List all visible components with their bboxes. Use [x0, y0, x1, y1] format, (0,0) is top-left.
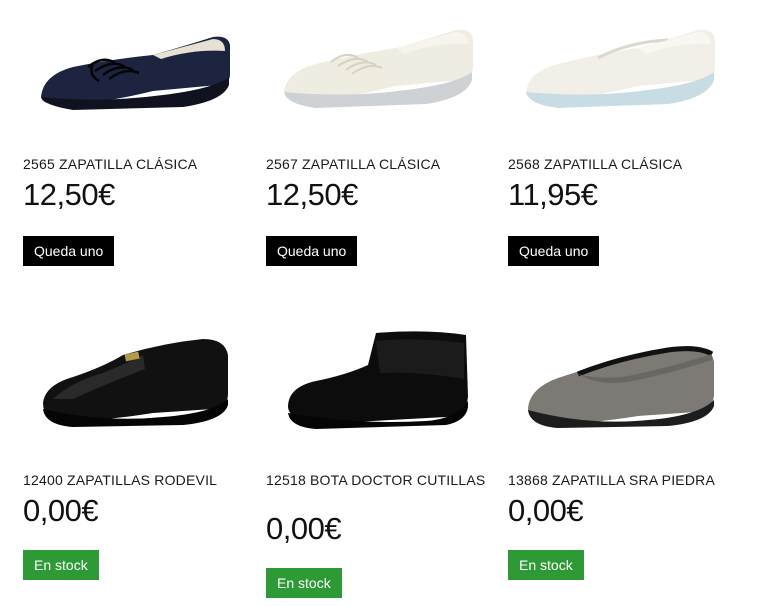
stock-badge: Queda uno	[508, 236, 600, 266]
product-name[interactable]: 12518 BOTA DOCTOR CUTILLAS	[266, 471, 486, 489]
product-name[interactable]: 2567 ZAPATILLA CLÁSICA	[266, 155, 486, 173]
product-price: 0,00€	[23, 493, 99, 528]
product-name[interactable]: 2568 ZAPATILLA CLÁSICA	[508, 155, 728, 173]
product-price: 0,00€	[508, 493, 584, 528]
stock-badge: En stock	[508, 550, 584, 580]
grey-flat-image[interactable]	[518, 330, 718, 445]
white-shoe-image[interactable]	[276, 12, 476, 127]
stock-badge: Queda uno	[23, 236, 115, 266]
product-name[interactable]: 12400 ZAPATILLAS RODEVIL	[23, 471, 243, 489]
product-name[interactable]: 13868 ZAPATILLA SRA PIEDRA	[508, 471, 728, 489]
stock-badge: En stock	[23, 550, 99, 580]
product-name[interactable]: 2565 ZAPATILLA CLÁSICA	[23, 155, 243, 173]
stock-badge: En stock	[266, 568, 342, 598]
black-loafer-image[interactable]	[33, 325, 233, 440]
white-slipon-image[interactable]	[518, 12, 718, 127]
navy-shoe-image[interactable]	[33, 15, 233, 130]
product-price: 12,50€	[23, 177, 115, 212]
stock-badge: Queda uno	[266, 236, 358, 266]
product-price: 0,00€	[266, 511, 342, 546]
product-price: 11,95€	[508, 177, 598, 212]
black-boot-image[interactable]	[276, 325, 476, 440]
product-price: 12,50€	[266, 177, 358, 212]
